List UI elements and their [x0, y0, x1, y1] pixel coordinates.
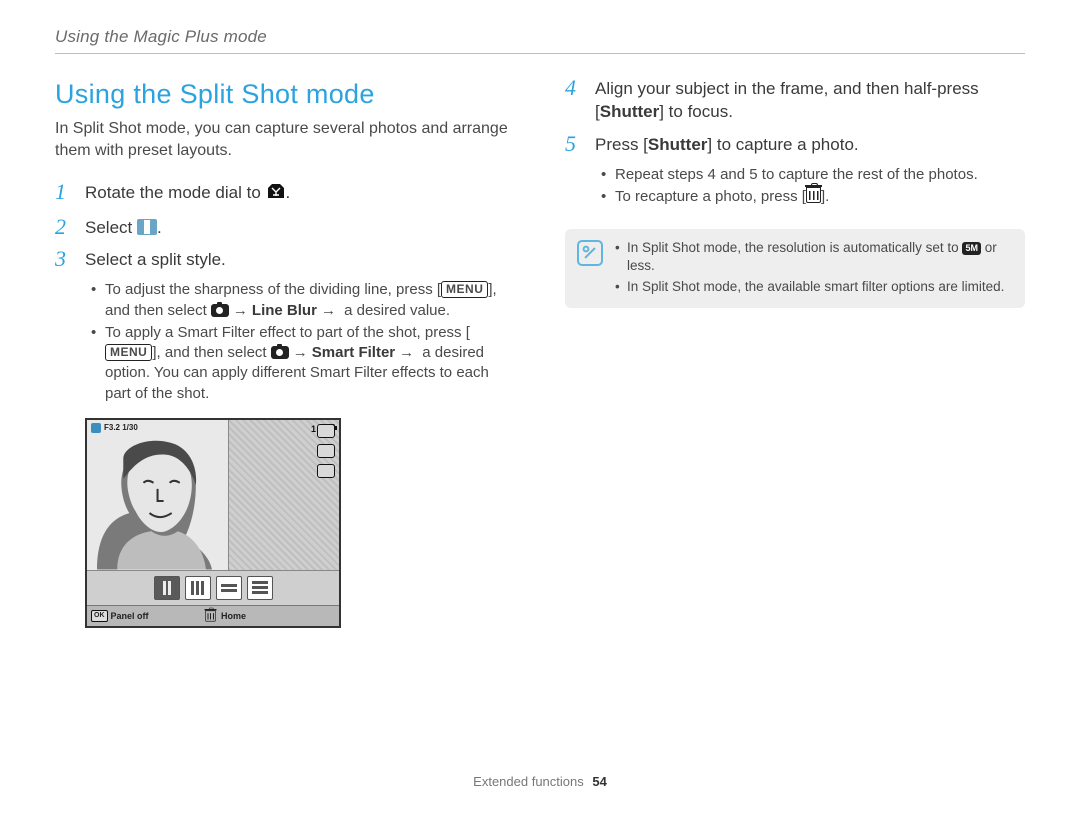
footer-section: Extended functions	[473, 774, 584, 789]
bold-text: Smart Filter	[312, 344, 395, 361]
step-text: Rotate the mode dial to .	[85, 180, 290, 207]
two-column-layout: Using the Split Shot mode In Split Shot …	[55, 76, 1025, 628]
step-number: 2	[55, 215, 73, 239]
list-item: To adjust the sharpness of the dividing …	[91, 280, 515, 321]
step-text: Select .	[85, 215, 162, 240]
split-style-option	[185, 576, 211, 600]
mode-badge-icon	[91, 423, 101, 433]
screen-footer: OK Panel off Home	[87, 605, 339, 626]
step-3: 3 Select a split style.	[55, 247, 515, 272]
text: In Split Shot mode, the resolution is au…	[627, 240, 962, 255]
arrow-icon: →	[321, 302, 336, 319]
section-title: Using the Split Shot mode	[55, 76, 515, 112]
text: Rotate the mode dial to	[85, 183, 266, 202]
right-column: 4 Align your subject in the frame, and t…	[565, 76, 1025, 628]
resolution-5m-icon: 5M	[962, 242, 981, 255]
list-item: In Split Shot mode, the available smart …	[615, 278, 1011, 296]
trash-icon	[806, 187, 821, 203]
text: To apply a Smart Filter effect to part o…	[105, 324, 470, 341]
breadcrumb: Using the Magic Plus mode	[55, 26, 1025, 49]
note-list: In Split Shot mode, the resolution is au…	[615, 239, 1011, 296]
list-item: To apply a Smart Filter effect to part o…	[91, 323, 515, 404]
arrow-icon: →	[293, 344, 308, 361]
bold-text: Shutter	[648, 135, 708, 154]
camera-icon	[271, 346, 289, 359]
exposure-info: F3.2 1/30	[91, 423, 138, 434]
flash-icon	[317, 464, 335, 478]
step-number: 5	[565, 132, 583, 156]
section-intro: In Split Shot mode, you can capture seve…	[55, 118, 515, 161]
bold-text: Shutter	[600, 102, 660, 121]
step-4: 4 Align your subject in the frame, and t…	[565, 76, 1025, 124]
list-item: Repeat steps 4 and 5 to capture the rest…	[601, 165, 1025, 185]
page-number: 54	[592, 774, 606, 789]
menu-icon: MENU	[105, 344, 152, 361]
text: Select	[85, 218, 137, 237]
text: ], and then select	[152, 344, 270, 361]
text: .	[157, 218, 162, 237]
resolution-icon	[317, 424, 335, 438]
step-number: 1	[55, 180, 73, 204]
page-footer: Extended functions 54	[0, 773, 1080, 791]
text: .	[286, 183, 291, 202]
screen-right-pane: 1	[229, 420, 339, 570]
text: ].	[821, 188, 829, 205]
list-item: In Split Shot mode, the resolution is au…	[615, 239, 1011, 275]
ok-icon: OK	[91, 610, 108, 621]
step-number: 4	[565, 76, 583, 100]
screen-preview: F3.2 1/30	[87, 420, 339, 570]
bold-text: Line Blur	[252, 302, 317, 319]
text: ] to focus.	[659, 102, 733, 121]
step-text: Align your subject in the frame, and the…	[595, 76, 1025, 124]
mode-dial-icon	[266, 182, 286, 207]
home-label: Home	[203, 608, 246, 624]
step-number: 3	[55, 247, 73, 271]
step-text: Press [Shutter] to capture a photo.	[595, 132, 859, 157]
list-item: To recapture a photo, press [].	[601, 187, 1025, 207]
step-5: 5 Press [Shutter] to capture a photo.	[565, 132, 1025, 157]
text: Home	[221, 610, 246, 622]
left-column: Using the Split Shot mode In Split Shot …	[55, 76, 515, 628]
step-2: 2 Select .	[55, 215, 515, 240]
text: F3.2 1/30	[104, 423, 138, 434]
text: 1	[311, 423, 316, 435]
note-box: In Split Shot mode, the resolution is au…	[565, 229, 1025, 308]
arrow-icon: →	[233, 302, 248, 319]
text: Press [	[595, 135, 648, 154]
split-style-thumbnails	[87, 570, 339, 605]
menu-icon: MENU	[441, 281, 488, 298]
screen-side-icons	[317, 424, 335, 478]
header-rule	[55, 53, 1025, 54]
step-text: Select a split style.	[85, 247, 226, 272]
manual-page: Using the Magic Plus mode Using the Spli…	[0, 0, 1080, 815]
text: To adjust the sharpness of the dividing …	[105, 281, 441, 298]
step-1: 1 Rotate the mode dial to .	[55, 180, 515, 207]
text: a desired value.	[340, 302, 450, 319]
split-shot-icon	[137, 219, 157, 235]
screen-left-pane: F3.2 1/30	[87, 420, 229, 570]
home-icon	[205, 610, 216, 621]
split-style-option	[247, 576, 273, 600]
panel-off-label: OK Panel off	[91, 610, 149, 622]
filter-icon	[317, 444, 335, 458]
text: To recapture a photo, press [	[615, 188, 806, 205]
arrow-icon: →	[399, 344, 414, 361]
split-style-option	[216, 576, 242, 600]
camera-icon	[211, 304, 229, 317]
step-5-subitems: Repeat steps 4 and 5 to capture the rest…	[601, 165, 1025, 208]
text: Panel off	[111, 610, 149, 622]
note-icon	[577, 240, 603, 266]
step-3-subitems: To adjust the sharpness of the dividing …	[91, 280, 515, 404]
portrait-illustration	[87, 438, 228, 570]
split-style-option	[154, 576, 180, 600]
camera-screen-figure: F3.2 1/30	[85, 418, 341, 628]
text: ] to capture a photo.	[707, 135, 858, 154]
